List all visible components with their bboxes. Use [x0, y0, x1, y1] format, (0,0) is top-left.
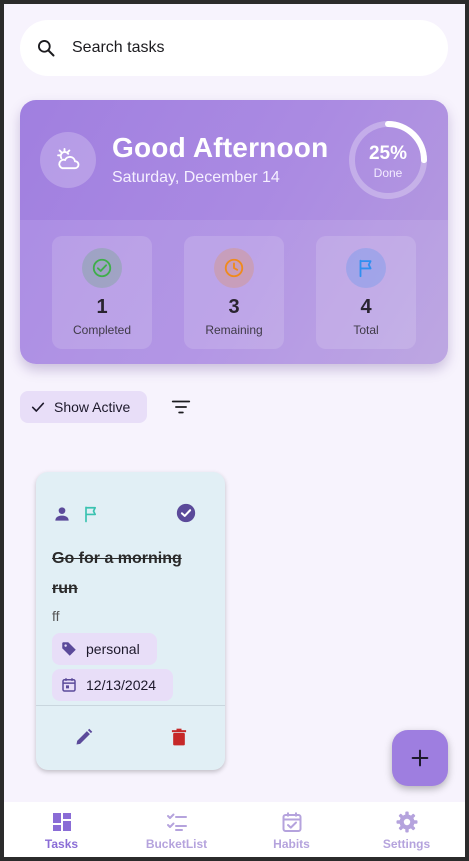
window-frame-right: [465, 0, 469, 861]
nav-tasks[interactable]: Tasks: [4, 802, 119, 857]
window-frame-top: [0, 0, 469, 4]
nav-habits-label: Habits: [273, 837, 310, 851]
current-date: Saturday, December 14: [112, 169, 280, 186]
dashboard-icon: [53, 813, 71, 831]
check-circle-icon: [92, 258, 112, 278]
nav-habits[interactable]: Habits: [234, 802, 349, 857]
stat-total: 4 Total: [316, 236, 416, 349]
calendar-icon: [62, 678, 76, 692]
progress-percent: 25%: [368, 143, 408, 164]
search-bar[interactable]: Search tasks: [20, 20, 448, 76]
stat-total-label: Total: [353, 323, 379, 337]
progress-caption: Done: [373, 166, 403, 180]
gear-icon: [396, 811, 418, 833]
delete-icon[interactable]: [169, 727, 189, 747]
task-description: ff: [52, 608, 60, 624]
stat-completed-value: 1: [96, 296, 108, 318]
edit-icon[interactable]: [74, 727, 94, 747]
task-due-date: 12/13/2024: [86, 677, 157, 693]
stat-remaining: 3 Remaining: [184, 236, 284, 349]
summary-card: Good Afternoon Saturday, December 14 25%…: [20, 100, 448, 364]
stat-remaining-badge: [214, 248, 254, 288]
clock-icon: [224, 258, 244, 278]
window-frame-bottom: [0, 857, 469, 861]
search-icon: [38, 40, 55, 57]
plus-icon: [411, 749, 429, 767]
partly-cloudy-icon: [57, 147, 80, 170]
nav-settings[interactable]: Settings: [349, 802, 464, 857]
add-task-button[interactable]: [392, 730, 448, 786]
stat-remaining-label: Remaining: [205, 323, 263, 337]
search-input[interactable]: Search tasks: [72, 39, 164, 57]
label-tag-icon: [62, 642, 76, 656]
window-frame-left: [0, 0, 4, 861]
flag-icon: [359, 259, 372, 278]
bottom-navigation: Tasks BucketList Habits Settings: [4, 802, 465, 857]
priority-flag-icon: [85, 506, 96, 523]
checklist-icon: [167, 813, 187, 831]
stat-total-badge: [346, 248, 386, 288]
completed-check-icon[interactable]: [175, 502, 197, 524]
task-date-tag: 12/13/2024: [52, 669, 173, 701]
stat-remaining-value: 3: [228, 296, 240, 318]
stat-completed-label: Completed: [72, 323, 132, 337]
person-icon: [55, 507, 69, 521]
task-title: Go for a morning run: [52, 550, 182, 597]
checkmark-icon: [31, 402, 45, 412]
nav-bucketlist[interactable]: BucketList: [119, 802, 234, 857]
filter-list-icon: [171, 400, 191, 414]
greeting-title: Good Afternoon: [112, 132, 329, 163]
show-active-chip[interactable]: Show Active: [20, 391, 147, 423]
task-card[interactable]: Go for a morning run ff personal 12/13/2…: [36, 472, 225, 770]
task-category-tag: personal: [52, 633, 157, 665]
task-category: personal: [86, 641, 140, 657]
filter-button[interactable]: [168, 394, 194, 420]
stat-completed: 1 Completed: [52, 236, 152, 349]
stat-total-value: 4: [360, 296, 372, 318]
show-active-label: Show Active: [54, 399, 131, 415]
stat-completed-badge: [82, 248, 122, 288]
nav-bucketlist-label: BucketList: [145, 837, 208, 851]
calendar-check-icon: [282, 812, 302, 832]
weather-badge: [40, 132, 96, 188]
card-divider: [36, 705, 225, 706]
nav-tasks-label: Tasks: [44, 837, 79, 851]
nav-settings-label: Settings: [382, 837, 431, 851]
